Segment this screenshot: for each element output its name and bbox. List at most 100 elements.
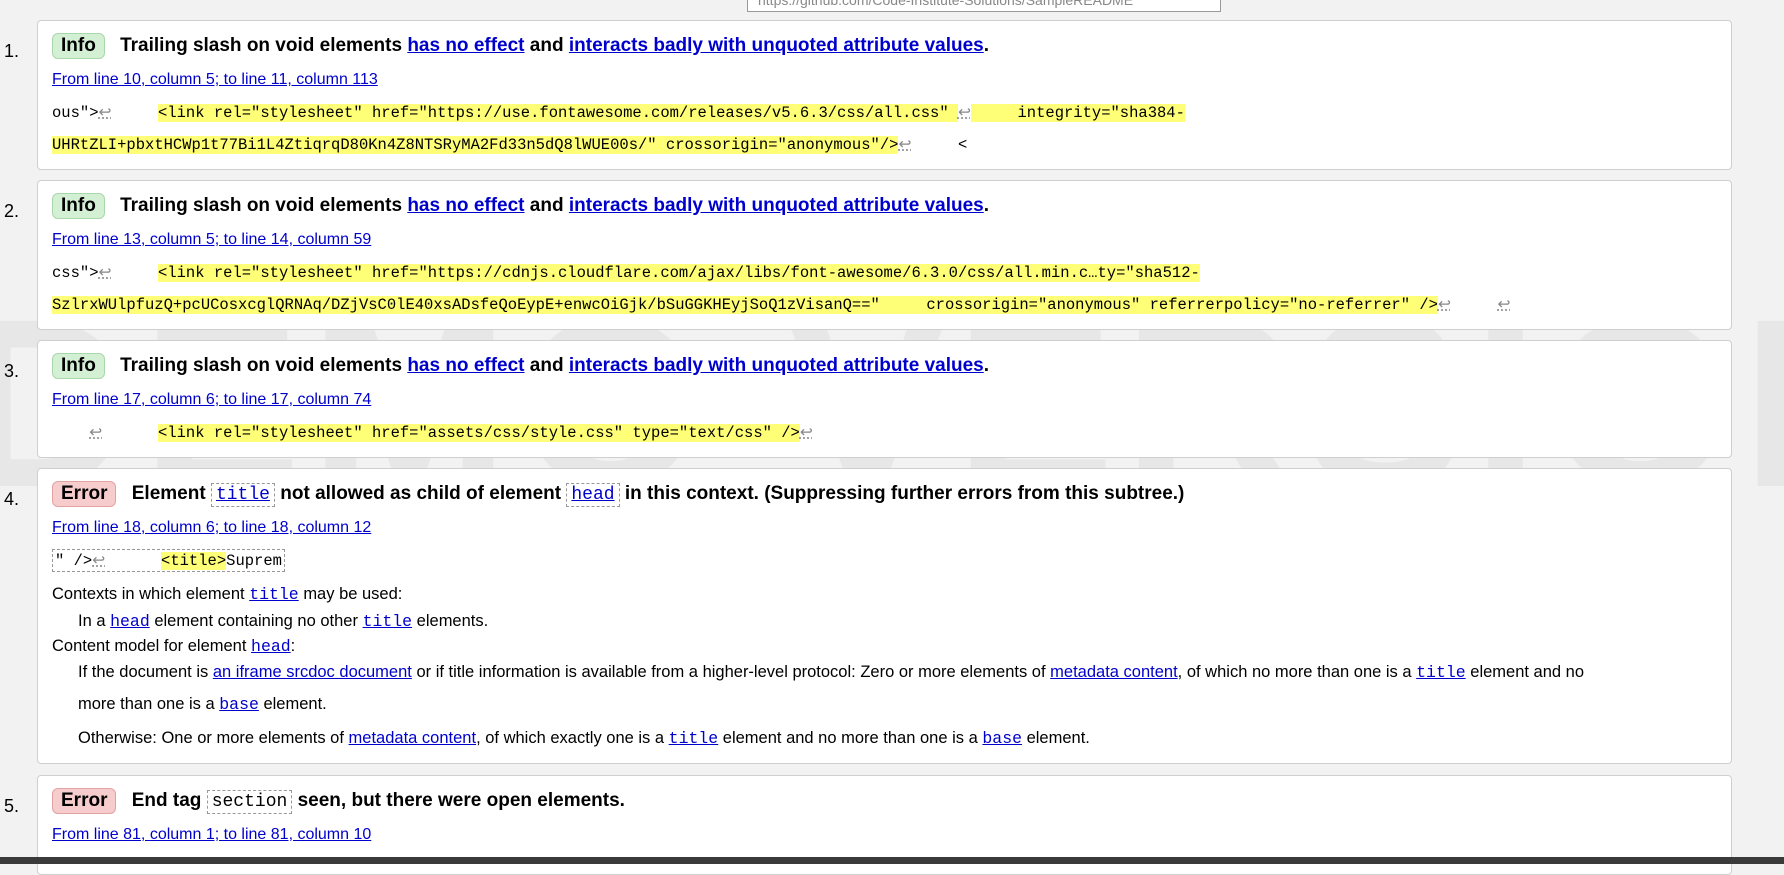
location-link[interactable]: From line 10, column 5; to line 11, colu… bbox=[52, 71, 378, 89]
head-element-link[interactable]: head bbox=[110, 612, 150, 631]
section-code: section bbox=[206, 790, 293, 814]
and-text: and bbox=[529, 35, 564, 56]
text: may be used: bbox=[303, 585, 403, 603]
contexts-item: In a head element containing no other ti… bbox=[78, 612, 488, 631]
extract-line-2: SzlrxWUlpfuzQ+pcUCosxcglQRNAq/DZjVsC0lE4… bbox=[52, 295, 1510, 314]
text: If the document is bbox=[78, 663, 209, 681]
unquoted-attributes-link[interactable]: interacts badly with unquoted attribute … bbox=[569, 195, 984, 216]
message-number: 1. bbox=[4, 41, 20, 61]
text: element and no more than one is a bbox=[722, 729, 978, 747]
return-icon: ↩ bbox=[799, 424, 813, 442]
extract-prefix: css"> bbox=[52, 264, 99, 282]
metadata-content-link[interactable]: metadata content bbox=[1050, 663, 1178, 681]
location-link[interactable]: From line 18, column 6; to line 18, colu… bbox=[52, 519, 371, 537]
message-1: 1. Info Trailing slash on void elements … bbox=[4, 20, 1732, 170]
message-2: 2. Info Trailing slash on void elements … bbox=[4, 180, 1732, 330]
headline-text: not allowed as child of element bbox=[280, 483, 562, 504]
extract-suffix: < bbox=[957, 136, 968, 154]
content-model-item-2: Otherwise: One or more elements of metad… bbox=[78, 729, 1090, 748]
return-icon: ↩ bbox=[89, 424, 103, 442]
text: more than one is a bbox=[78, 695, 215, 713]
location-link[interactable]: From line 13, column 5; to line 14, colu… bbox=[52, 231, 371, 249]
text: element and no bbox=[1470, 663, 1585, 681]
extract-suffix: Suprem bbox=[226, 552, 282, 570]
unquoted-attributes-link[interactable]: interacts badly with unquoted attribute … bbox=[569, 35, 984, 56]
has-no-effect-link[interactable]: has no effect bbox=[407, 355, 524, 376]
head-element-link[interactable]: head bbox=[566, 483, 620, 507]
title-element-link[interactable]: title bbox=[1416, 663, 1466, 682]
extract-line-2: UHRtZLI+pbxtHCWp1t77Bi1L4ZtiqrqD80Kn4Z8N… bbox=[52, 135, 967, 154]
text: Contexts in which element bbox=[52, 585, 245, 603]
extract-highlight: UHRtZLI+pbxtHCWp1t77Bi1L4ZtiqrqD80Kn4Z8N… bbox=[52, 136, 899, 154]
extract-line-1: ous">↩ <link rel="stylesheet" href="http… bbox=[52, 103, 1185, 122]
unquoted-attributes-link[interactable]: interacts badly with unquoted attribute … bbox=[569, 355, 984, 376]
period: . bbox=[983, 195, 990, 216]
return-icon: ↩ bbox=[898, 136, 912, 154]
info-badge: Info bbox=[52, 353, 105, 379]
message-headline: Info Trailing slash on void elements has… bbox=[52, 33, 989, 59]
text: , of which no more than one is a bbox=[1177, 663, 1412, 681]
extract-highlight: crossorigin="anonymous" referrerpolicy="… bbox=[926, 296, 1438, 314]
headline-text: in this context. (Suppressing further er… bbox=[624, 483, 1185, 504]
base-element-link[interactable]: base bbox=[982, 729, 1022, 748]
extract-line-1: css">↩ <link rel="stylesheet" href="http… bbox=[52, 263, 1200, 282]
text: : bbox=[290, 637, 296, 655]
extract-highlight: <title> bbox=[161, 552, 227, 570]
message-3: 3. Info Trailing slash on void elements … bbox=[4, 340, 1732, 458]
has-no-effect-link[interactable]: has no effect bbox=[407, 35, 524, 56]
message-number: 5. bbox=[4, 796, 20, 816]
message-number: 3. bbox=[4, 361, 20, 381]
message-headline: Error Element title not allowed as child… bbox=[52, 481, 1184, 507]
text: or if title information is available fro… bbox=[416, 663, 1046, 681]
has-no-effect-link[interactable]: has no effect bbox=[407, 195, 524, 216]
period: . bbox=[983, 355, 990, 376]
location-link[interactable]: From line 17, column 6; to line 17, colu… bbox=[52, 391, 371, 409]
title-element-link[interactable]: title bbox=[249, 585, 299, 604]
head-element-link[interactable]: head bbox=[251, 637, 291, 656]
message-title: Trailing slash on void elements bbox=[120, 195, 403, 216]
message-4: 4. Error Element title not allowed as ch… bbox=[4, 468, 1732, 764]
text: , of which exactly one is a bbox=[476, 729, 665, 747]
text: element. bbox=[263, 695, 327, 713]
return-icon: ↩ bbox=[92, 552, 106, 570]
title-element-link[interactable]: title bbox=[210, 483, 275, 507]
extract-line-1: ↩ <link rel="stylesheet" href="assets/cs… bbox=[52, 423, 813, 442]
text: elements. bbox=[416, 612, 489, 630]
extract-prefix: " /> bbox=[55, 552, 93, 570]
taskbar-edge bbox=[0, 857, 1784, 864]
headline-text: Element bbox=[131, 483, 206, 504]
return-icon: ↩ bbox=[957, 104, 971, 122]
extract-line-1: " />↩ <title>Suprem bbox=[52, 549, 285, 572]
return-icon: ↩ bbox=[98, 104, 112, 122]
headline-text: seen, but there were open elements. bbox=[297, 790, 625, 811]
return-icon: ↩ bbox=[1497, 296, 1511, 314]
extract-highlight: SzlrxWUlpfuzQ+pcUCosxcglQRNAq/DZjVsC0lE4… bbox=[52, 296, 880, 314]
message-headline: Info Trailing slash on void elements has… bbox=[52, 353, 989, 379]
extract-highlight: <link rel="stylesheet" href="assets/css/… bbox=[158, 424, 800, 442]
url-input[interactable]: https://github.com/Code-Institute-Soluti… bbox=[747, 0, 1221, 12]
content-model-item-1: If the document is an iframe srcdoc docu… bbox=[78, 663, 1584, 682]
info-badge: Info bbox=[52, 33, 105, 59]
metadata-content-link[interactable]: metadata content bbox=[349, 729, 477, 747]
text: Content model for element bbox=[52, 637, 247, 655]
iframe-srcdoc-link[interactable]: an iframe srcdoc document bbox=[213, 663, 412, 681]
return-icon: ↩ bbox=[98, 264, 112, 282]
title-element-link[interactable]: title bbox=[363, 612, 413, 631]
base-element-link[interactable]: base bbox=[219, 695, 259, 714]
error-badge: Error bbox=[52, 788, 117, 814]
and-text: and bbox=[529, 355, 564, 376]
message-title: Trailing slash on void elements bbox=[120, 35, 403, 56]
contexts-heading: Contexts in which element title may be u… bbox=[52, 585, 402, 604]
title-element-link[interactable]: title bbox=[669, 729, 719, 748]
return-icon: ↩ bbox=[1437, 296, 1451, 314]
extract-highlight: <link rel="stylesheet" href="https://cdn… bbox=[158, 264, 1200, 282]
message-number: 4. bbox=[4, 489, 20, 509]
and-text: and bbox=[529, 195, 564, 216]
location-link[interactable]: From line 81, column 1; to line 81, colu… bbox=[52, 826, 371, 844]
extract-prefix: ous"> bbox=[52, 104, 99, 122]
content-model-item-1-cont: more than one is a base element. bbox=[78, 695, 327, 714]
info-badge: Info bbox=[52, 193, 105, 219]
message-headline: Error End tag section seen, but there we… bbox=[52, 788, 625, 814]
text: element containing no other bbox=[154, 612, 358, 630]
error-badge: Error bbox=[52, 481, 117, 507]
